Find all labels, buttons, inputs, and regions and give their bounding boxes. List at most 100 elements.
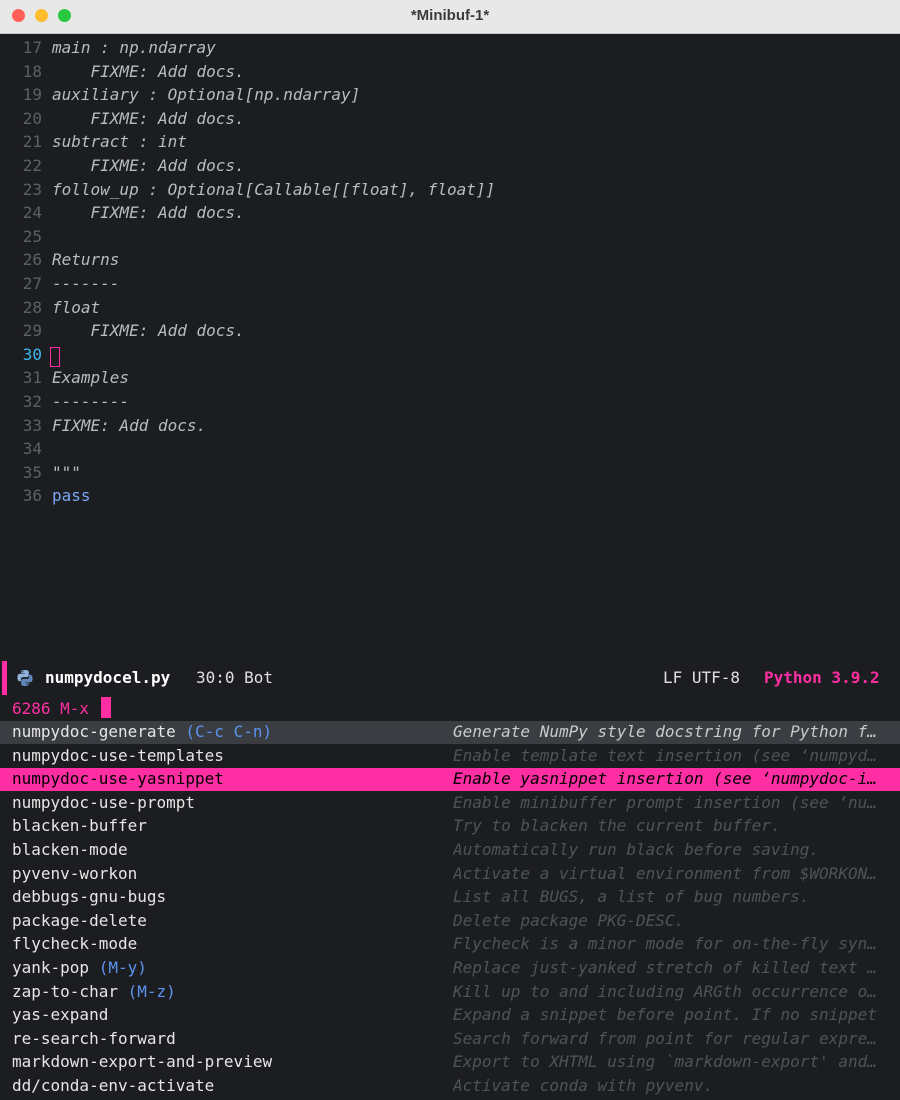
python-icon [17,670,33,686]
code-text: auxiliary : Optional[np.ndarray] [52,85,361,105]
command-description: Flycheck is a minor mode for on-the-fly … [453,934,877,954]
line-number: 30 [22,344,42,364]
completion-item[interactable]: blacken-buffer Try to blacken the current… [0,815,900,838]
command-name: blacken-buffer [12,816,147,836]
code-line: 22 FIXME: Add docs. [0,156,900,179]
completion-item[interactable]: zap-to-char (M-z) Kill up to and includin… [0,981,900,1004]
command-description: Replace just-yanked stretch of killed te… [453,958,877,977]
command-description: Enable minibuffer prompt insertion (see … [453,792,877,812]
command-name: numpydoc-generate [12,722,176,741]
minibuffer-input[interactable] [101,697,111,718]
completion-item[interactable]: numpydoc-use-templates Enable template te… [0,745,900,768]
completion-item[interactable]: debbugs-gnu-bugs List all BUGS, a list of… [0,886,900,909]
code-line-current: 30 [0,345,900,368]
line-number: 21 [22,132,42,152]
code-line: 17 main : np.ndarray [0,38,900,61]
command-name: re-search-forward [12,1028,176,1048]
line-number: 27 [22,274,42,293]
encoding-indicator: LF UTF-8 [663,668,741,687]
completion-item[interactable]: flycheck-mode Flycheck is a minor mode fo… [0,933,900,956]
completion-item[interactable]: markdown-export-and-preview Export to XHT… [0,1051,900,1074]
completion-item-highlighted[interactable]: numpydoc-use-yasnippet Enable yasnippet i… [0,768,900,792]
code-text: Examples [52,368,130,388]
minibuffer-prompt: 6286 M-x [12,699,99,718]
code-line: 28 float [0,298,900,321]
command-description: Automatically run black before saving. [453,840,820,859]
line-number: 33 [22,415,42,435]
command-name: markdown-export-and-preview [12,1052,273,1072]
line-number: 17 [22,38,42,57]
code-text: pass [52,486,91,506]
code-line: 19 auxiliary : Optional[np.ndarray] [0,85,900,108]
completion-item[interactable]: package-delete Delete package PKG-DESC. [0,910,900,933]
line-number: 35 [22,462,42,482]
command-description: Try to blacken the current buffer. [453,816,781,836]
code-text: float [52,297,101,317]
completion-item[interactable]: numpydoc-use-prompt Enable minibuffer pro… [0,792,900,815]
code-text: follow_up : Optional[Callable[[float], f… [52,179,496,199]
keybinding: (C-c C-n) [185,722,273,741]
keybinding: (M-y) [98,958,147,977]
line-number: 24 [22,203,42,223]
completion-item[interactable]: blacken-mode Automatically run black befo… [0,839,900,862]
cursor-position: 30:0 Bot [196,668,274,687]
line-number: 32 [22,392,42,411]
command-description: Enable template text insertion (see ‘num… [453,745,877,765]
command-name: package-delete [12,910,147,930]
code-text: FIXME: Add docs. [52,108,245,128]
code-text: Returns [52,250,120,270]
code-line: 31 Examples [0,368,900,391]
code-line: 27 ------- [0,274,900,297]
command-description: Delete package PKG-DESC. [453,910,685,930]
command-description: Enable yasnippet insertion (see ‘numpydo… [453,769,877,789]
buffer-name: numpydocel.py [45,668,171,687]
command-description: Activate a virtual environment from $WOR… [453,863,877,883]
mode-line-indicator [2,661,7,695]
line-number: 22 [22,156,42,175]
code-line: 26 Returns [0,250,900,273]
line-number: 19 [22,85,42,105]
command-name: yank-pop [12,958,90,977]
command-name: numpydoc-use-yasnippet [12,769,224,789]
code-line: 18 FIXME: Add docs. [0,62,900,85]
code-line: 35 """ [0,463,900,486]
code-text: """ [52,462,81,482]
command-description: Search forward from point for regular ex… [453,1028,877,1048]
code-text: ------- [52,274,120,293]
line-number: 34 [22,439,42,459]
completion-item[interactable]: dd/conda-env-activate Activate conda with… [0,1075,900,1098]
command-description: Expand a snippet before point. If no sni… [453,1005,877,1025]
code-text: -------- [52,392,130,411]
code-line: 32 -------- [0,392,900,415]
code-text: main : np.ndarray [52,38,216,57]
completion-item[interactable]: yank-pop (M-y) Replace just-yanked stretc… [0,957,900,980]
command-description: Generate NumPy style docstring for Pytho… [453,722,877,741]
line-number: 29 [22,321,42,341]
line-number: 28 [22,297,42,317]
window-titlebar: *Minibuf-1* [0,0,900,34]
text-cursor [50,346,60,367]
command-name: blacken-mode [12,840,128,859]
command-description: Kill up to and including ARGth occurrenc… [453,981,877,1001]
completion-item[interactable]: re-search-forward Search forward from poi… [0,1028,900,1051]
code-text: subtract : int [52,132,187,152]
code-text: FIXME: Add docs. [52,156,245,175]
code-line: 33 FIXME: Add docs. [0,416,900,439]
command-name: debbugs-gnu-bugs [12,887,167,907]
code-text: FIXME: Add docs. [52,415,207,435]
mode-line: numpydocel.py 30:0 Bot LF UTF-8 Python 3… [0,661,900,695]
command-name: numpydoc-use-prompt [12,792,196,812]
code-line: 24 FIXME: Add docs. [0,203,900,226]
completion-item-selected[interactable]: numpydoc-generate (C-c C-n) Generate NumP… [0,721,900,744]
command-name: flycheck-mode [12,934,138,954]
completion-item[interactable]: pyvenv-workon Activate a virtual environm… [0,863,900,886]
line-number: 20 [22,108,42,128]
code-line: 25 [0,227,900,250]
code-text: FIXME: Add docs. [52,203,245,223]
command-description: Activate conda with pyvenv. [453,1076,714,1095]
command-description: List all BUGS, a list of bug numbers. [453,887,810,907]
completion-item[interactable]: yas-expand Expand a snippet before point.… [0,1004,900,1027]
major-mode-indicator: Python 3.9.2 [764,668,880,687]
command-name: yas-expand [12,1005,109,1025]
code-text: FIXME: Add docs. [52,61,245,81]
